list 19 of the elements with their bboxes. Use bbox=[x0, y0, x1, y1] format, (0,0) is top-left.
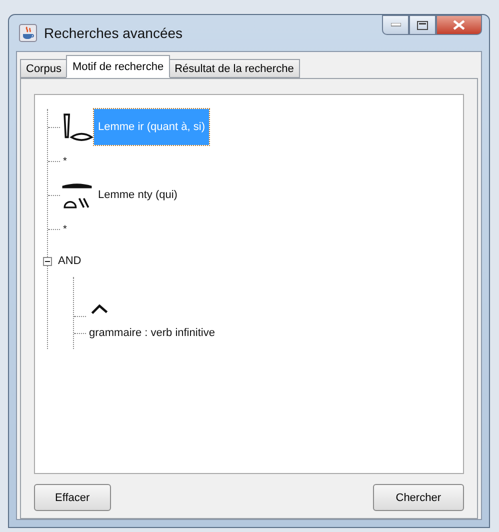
close-button[interactable] bbox=[436, 15, 482, 35]
minimize-icon bbox=[390, 23, 400, 27]
clear-button[interactable]: Effacer bbox=[34, 484, 111, 511]
tree-node[interactable]: * bbox=[60, 156, 70, 166]
close-icon bbox=[453, 20, 465, 30]
tree-node[interactable]: Lemme nty (qui) bbox=[94, 177, 182, 213]
collapse-toggle[interactable] bbox=[43, 256, 52, 266]
tree-node[interactable]: * bbox=[60, 224, 70, 234]
tree-node[interactable]: AND bbox=[55, 255, 84, 267]
coffee-cup-icon bbox=[19, 24, 37, 42]
minimize-button[interactable] bbox=[382, 15, 409, 35]
tab[interactable]: Motif de recherche bbox=[66, 55, 170, 78]
tab[interactable]: Corpus bbox=[20, 59, 68, 78]
search-button[interactable]: Chercher bbox=[372, 484, 464, 511]
tab[interactable]: Résultat de la recherche bbox=[168, 59, 300, 78]
tree-node[interactable]: grammaire : verb infinitive bbox=[86, 327, 218, 339]
maximize-button[interactable] bbox=[409, 15, 436, 35]
window-title: Recherches avancées bbox=[44, 25, 183, 41]
maximize-icon bbox=[417, 20, 428, 30]
